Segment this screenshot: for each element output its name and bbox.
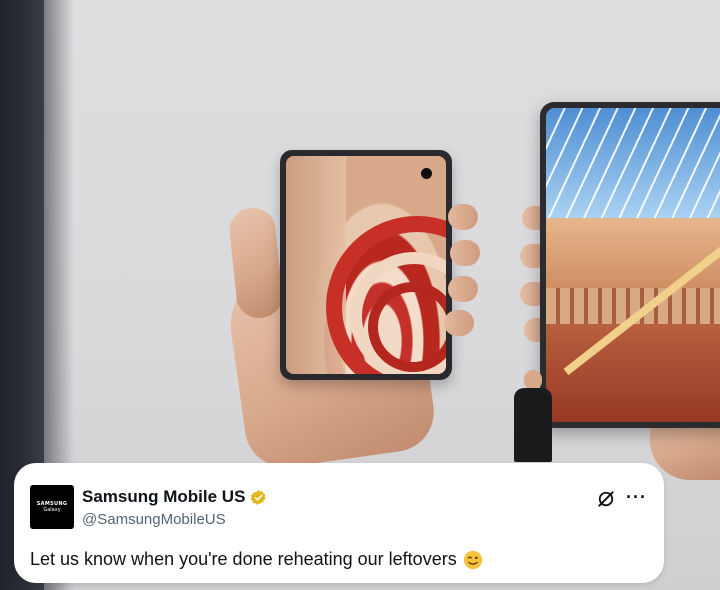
building-wall [546, 218, 720, 288]
grok-icon[interactable] [596, 489, 616, 509]
display-name[interactable]: Samsung Mobile US [82, 487, 267, 507]
finger [448, 204, 478, 230]
display-name-text: Samsung Mobile US [82, 487, 246, 506]
glass-roof [546, 108, 720, 218]
presenter-body [514, 388, 552, 462]
winking-face-emoji [463, 550, 482, 569]
avatar-line2: Galaxy [43, 507, 61, 513]
verified-badge-icon [251, 489, 267, 505]
finger [448, 276, 478, 302]
finger [444, 310, 474, 336]
avatar[interactable]: SAMSUNG Galaxy [30, 485, 74, 529]
tweet-text-content: Let us know when you're done reheating o… [30, 549, 457, 569]
fold-phone [540, 102, 720, 428]
presenter [512, 370, 554, 462]
floor [546, 324, 720, 422]
camera-cutout [421, 168, 432, 179]
fold-phone-screen [546, 108, 720, 422]
tweet-text: Let us know when you're done reheating o… [30, 549, 483, 570]
user-handle[interactable]: @SamsungMobileUS [82, 511, 226, 528]
flip-phone-screen [286, 156, 446, 374]
more-options-icon[interactable]: ··· [626, 487, 647, 508]
finger [450, 240, 480, 266]
presenter-head [524, 370, 542, 390]
flip-phone [280, 150, 452, 380]
tweet-card[interactable]: SAMSUNG Galaxy Samsung Mobile US @Samsun… [14, 463, 664, 583]
